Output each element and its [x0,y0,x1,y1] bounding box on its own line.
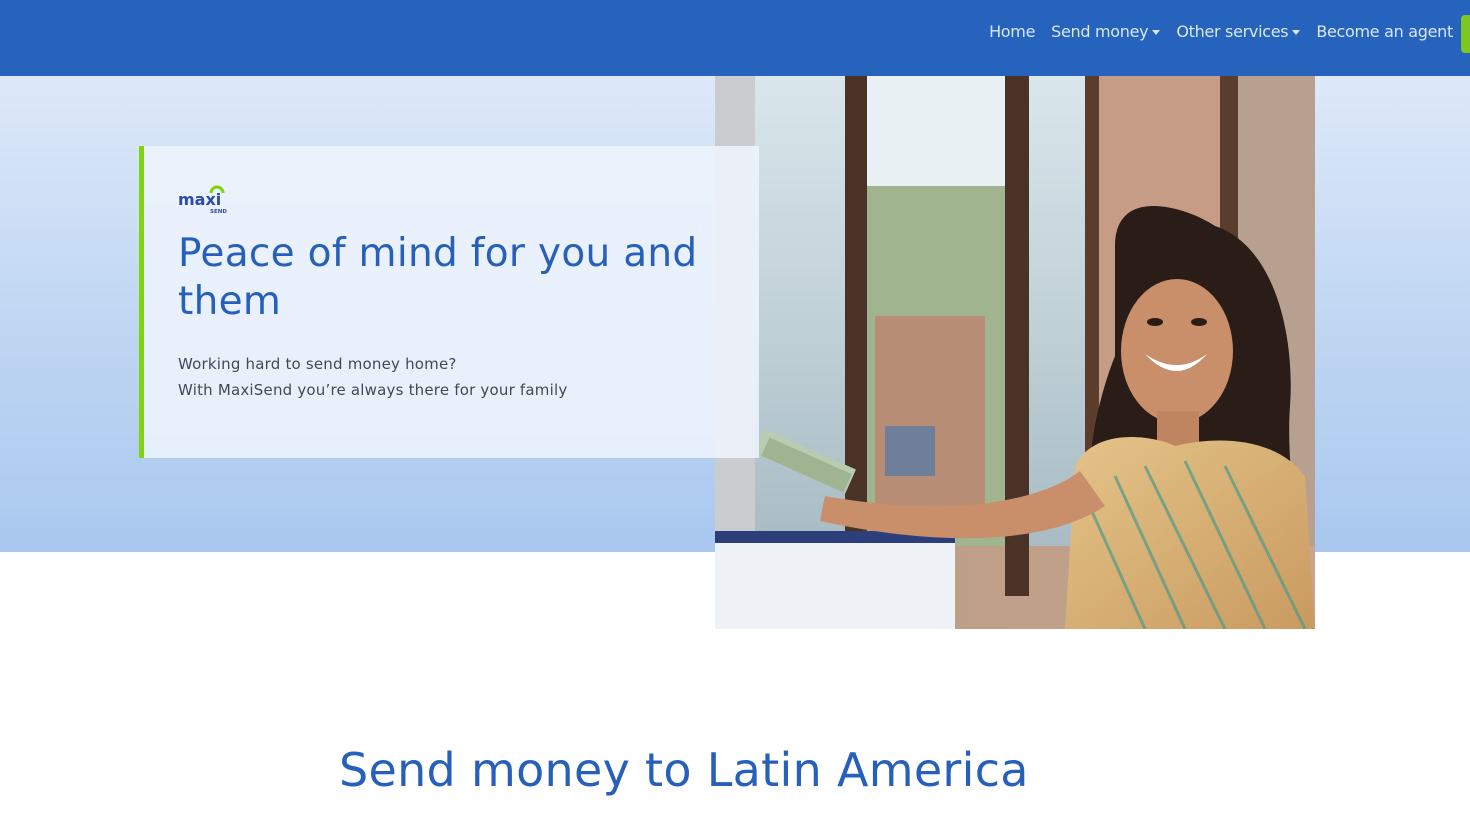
section-title-send-money-latam: Send money to Latin America [339,743,1029,797]
hero-photo-illustration [715,76,1315,629]
caret-down-icon [1292,30,1301,35]
hero-subtitle-line-1: Working hard to send money home? [178,355,457,373]
nav-other-services-label: Other services [1176,22,1289,41]
nav-send-money-label: Send money [1051,22,1149,41]
nav-become-agent-link[interactable]: Become an agent [1316,22,1453,41]
logo-wordmark: maxi [178,190,221,209]
nav-other-services-dropdown[interactable]: Other services [1176,22,1301,41]
caret-down-icon [1152,30,1161,35]
nav-home-link[interactable]: Home [989,22,1035,41]
maxisend-logo-icon: maxi SEND [178,185,227,215]
nav-cta-button-edge[interactable] [1461,15,1470,53]
nav-send-money-dropdown[interactable]: Send money [1051,22,1161,41]
hero-photo [715,76,1315,629]
hero-subtitle-line-2: With MaxiSend you’re always there for yo… [178,381,568,399]
maxisend-logo[interactable]: maxi SEND [178,184,238,216]
hero-card: maxi SEND Peace of mind for you and them… [139,146,759,458]
nav-home-label: Home [989,22,1036,41]
hero-subtitle: Working hard to send money home? With Ma… [178,351,738,403]
top-navbar: Home Send money Other services Become an… [0,0,1470,76]
nav-become-agent-label: Become an agent [1316,22,1453,41]
hero-title: Peace of mind for you and them [178,231,698,324]
main-nav: Home Send money Other services Become an… [989,22,1453,41]
logo-subtext: SEND [210,209,227,215]
